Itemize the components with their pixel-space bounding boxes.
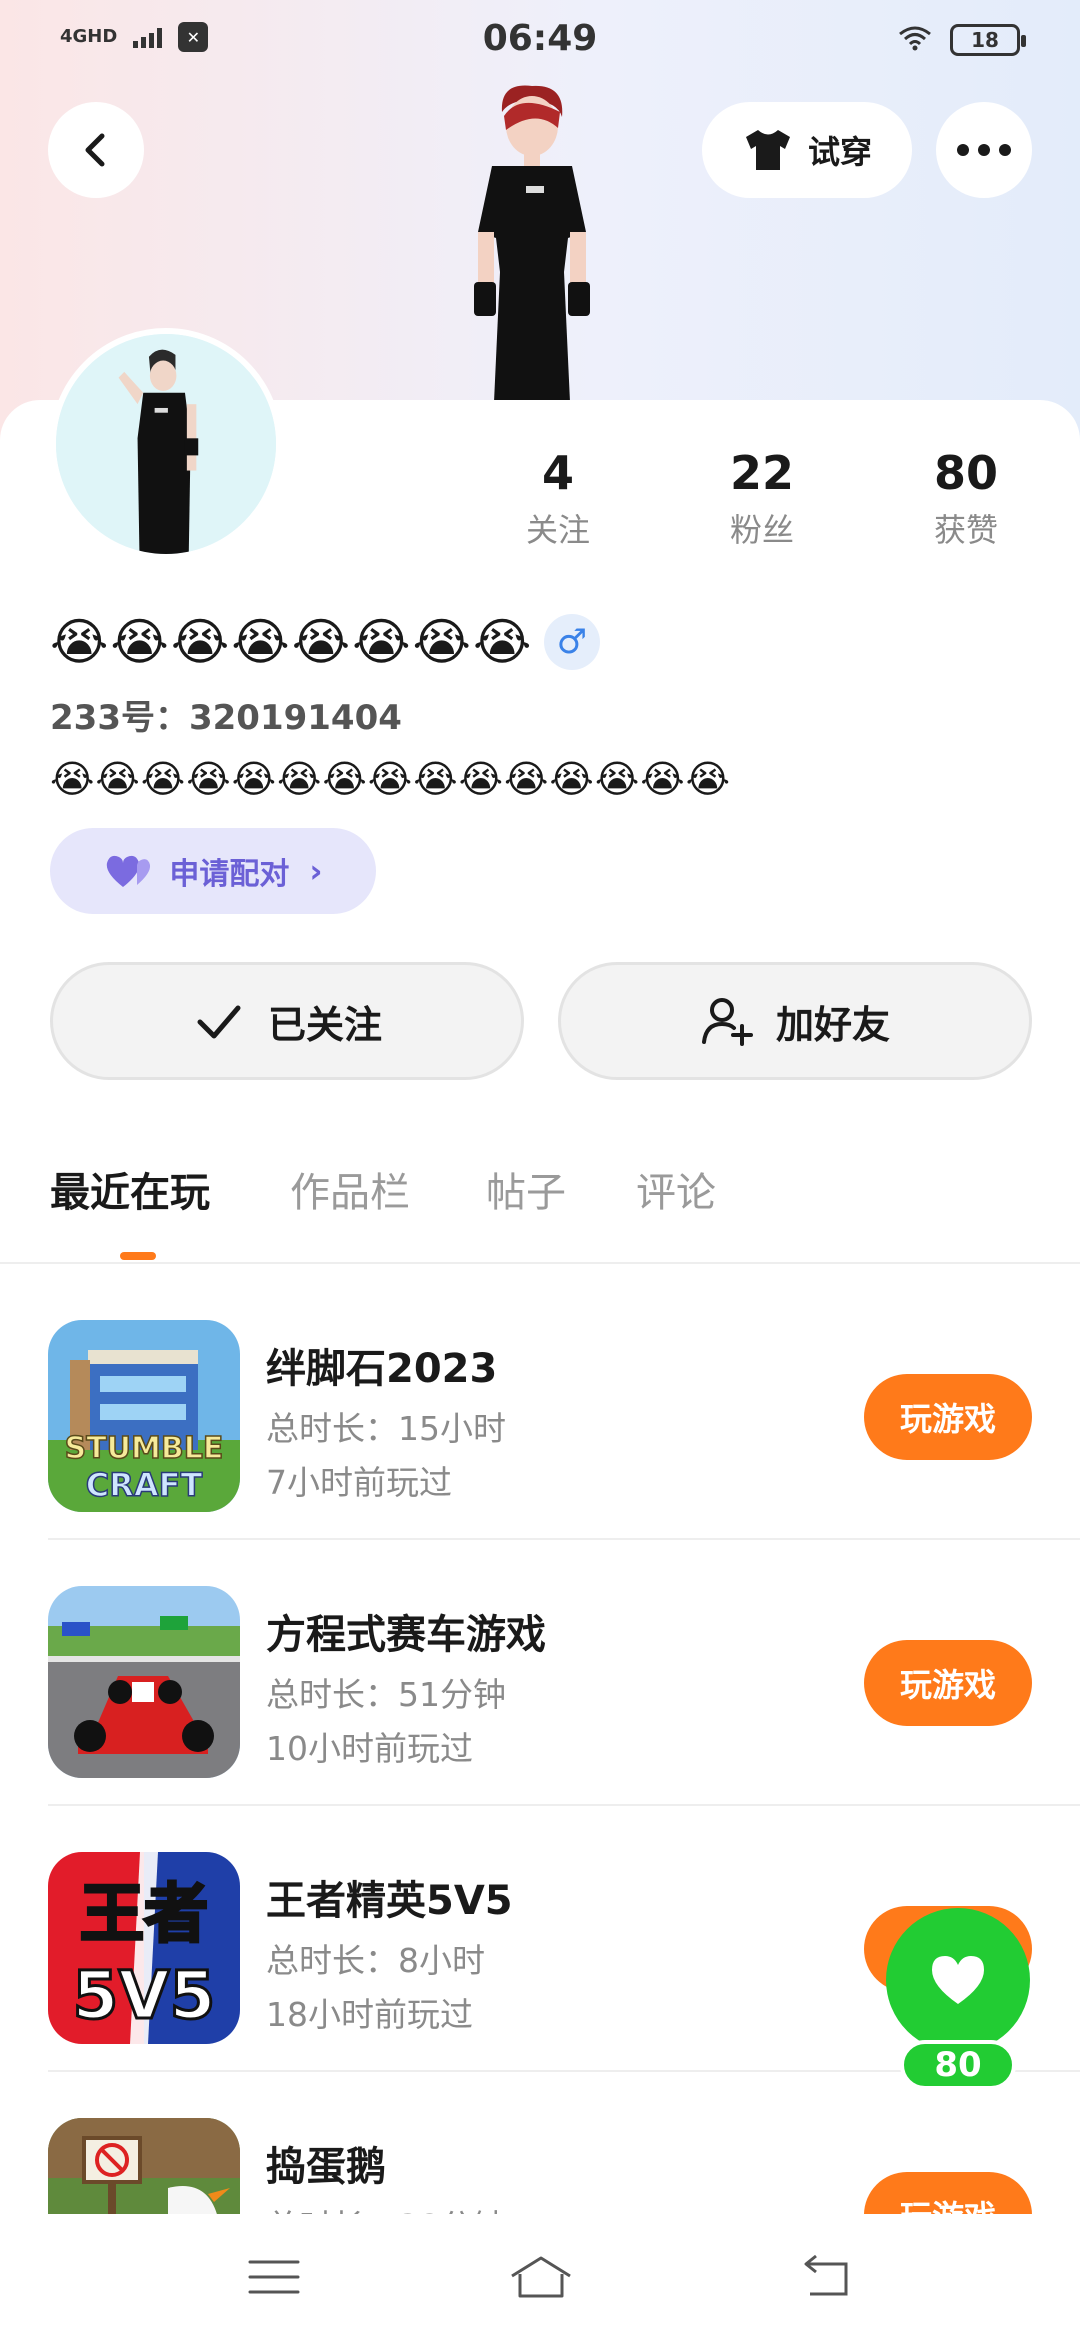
try-on-button[interactable]: 试穿	[702, 102, 912, 198]
game-duration: 总时长：51分钟	[266, 1675, 506, 1714]
user-id: 233号：320191404	[50, 698, 402, 738]
game-list-item[interactable]: STUMBLE CRAFT 绊脚石2023 总时长：15小时 7小时前玩过 玩游…	[0, 1274, 1080, 1540]
play-game-button[interactable]: 玩游戏	[864, 2172, 1032, 2214]
add-friend-button[interactable]: 加好友	[558, 962, 1032, 1080]
stat-value: 22	[729, 446, 794, 500]
stat-label: 关注	[525, 510, 590, 549]
user-nickname: 😭😭😭😭😭😭😭😭	[50, 613, 534, 671]
game-duration: 总时长：38分钟	[266, 2200, 506, 2214]
more-dots-icon	[957, 144, 1011, 156]
tab-recently-played[interactable]: 最近在玩	[50, 1160, 210, 1218]
chevron-right-icon: ›	[309, 852, 323, 890]
game-title: 方程式赛车游戏	[266, 1612, 546, 1658]
menu-icon[interactable]	[244, 2252, 304, 2302]
active-tab-indicator	[120, 1252, 156, 1260]
followed-label: 已关注	[267, 1002, 382, 1047]
battery-icon: 18	[950, 24, 1026, 56]
tab-divider	[0, 1262, 1080, 1264]
game-last-played: 10小时前玩过	[266, 1729, 473, 1768]
add-friend-label: 加好友	[775, 1002, 890, 1047]
stat-label: 获赞	[933, 510, 998, 549]
game-last-played: 18小时前玩过	[266, 1995, 473, 2034]
svg-text:5V5: 5V5	[73, 1957, 216, 2034]
svg-text:王者: 王者	[80, 1878, 208, 1952]
play-game-button[interactable]: 玩游戏	[864, 1640, 1032, 1726]
like-button[interactable]	[886, 1908, 1030, 2052]
stat-following[interactable]: 4 关注	[478, 448, 638, 551]
tab-works[interactable]: 作品栏	[290, 1160, 410, 1218]
status-bar: 4GHD ✕ 06:49 18	[0, 0, 1080, 80]
goose-game-icon	[48, 2118, 240, 2214]
svg-text:CRAFT: CRAFT	[86, 1466, 203, 1504]
stat-likes[interactable]: 80 获赞	[886, 448, 1046, 551]
stat-value: 80	[933, 446, 998, 500]
gender-male-icon: ♂	[544, 614, 600, 670]
game-duration: 总时长：15小时	[266, 1409, 506, 1448]
tab-posts[interactable]: 帖子	[486, 1160, 566, 1218]
wangzhe-5v5-icon: 王者 5V5	[48, 1852, 240, 2044]
game-list-item[interactable]: 方程式赛车游戏 总时长：51分钟 10小时前玩过 玩游戏	[0, 1540, 1080, 1806]
game-title: 绊脚石2023	[266, 1346, 498, 1392]
system-navigation-bar	[0, 2214, 1080, 2340]
profile-stats: 4 关注 22 粉丝 80 获赞	[0, 448, 1080, 568]
request-pair-button[interactable]: 申请配对 ›	[50, 828, 376, 914]
game-last-played: 7小时前玩过	[266, 1463, 452, 1502]
request-pair-label: 申请配对	[169, 857, 290, 892]
heart-icon	[932, 1956, 984, 2004]
game-duration: 总时长：8小时	[266, 1941, 485, 1980]
tshirt-icon	[745, 130, 790, 170]
home-icon[interactable]	[506, 2252, 576, 2302]
add-user-icon	[701, 998, 753, 1046]
more-button[interactable]	[936, 102, 1032, 198]
svg-text:STUMBLE: STUMBLE	[65, 1431, 224, 1466]
game-list-item[interactable]: 捣蛋鹅 总时长：38分钟 玩游戏	[0, 2072, 1080, 2214]
back-nav-icon[interactable]	[796, 2252, 856, 2302]
stat-label: 粉丝	[729, 510, 794, 549]
user-signature: 😭😭😭😭😭😭😭😭😭😭😭😭😭😭😭	[50, 757, 732, 801]
play-game-button[interactable]: 玩游戏	[864, 1374, 1032, 1460]
stumble-craft-icon: STUMBLE CRAFT	[48, 1320, 240, 1512]
stat-followers[interactable]: 22 粉丝	[682, 448, 842, 551]
back-button[interactable]	[48, 102, 144, 198]
formula-racing-icon	[48, 1586, 240, 1778]
wifi-icon	[898, 25, 932, 56]
avatar-character-figure	[440, 82, 620, 402]
followed-button[interactable]: 已关注	[50, 962, 524, 1080]
game-title: 王者精英5V5	[266, 1878, 513, 1924]
battery-level: 18	[971, 28, 999, 52]
tab-comments[interactable]: 评论	[636, 1160, 716, 1218]
stat-value: 4	[541, 446, 574, 500]
game-title: 捣蛋鹅	[266, 2144, 386, 2190]
checkmark-icon	[197, 1005, 241, 1039]
like-count: 80	[900, 2040, 1016, 2090]
chevron-left-icon	[85, 133, 105, 167]
double-heart-icon	[107, 855, 151, 887]
try-on-label: 试穿	[807, 133, 872, 171]
